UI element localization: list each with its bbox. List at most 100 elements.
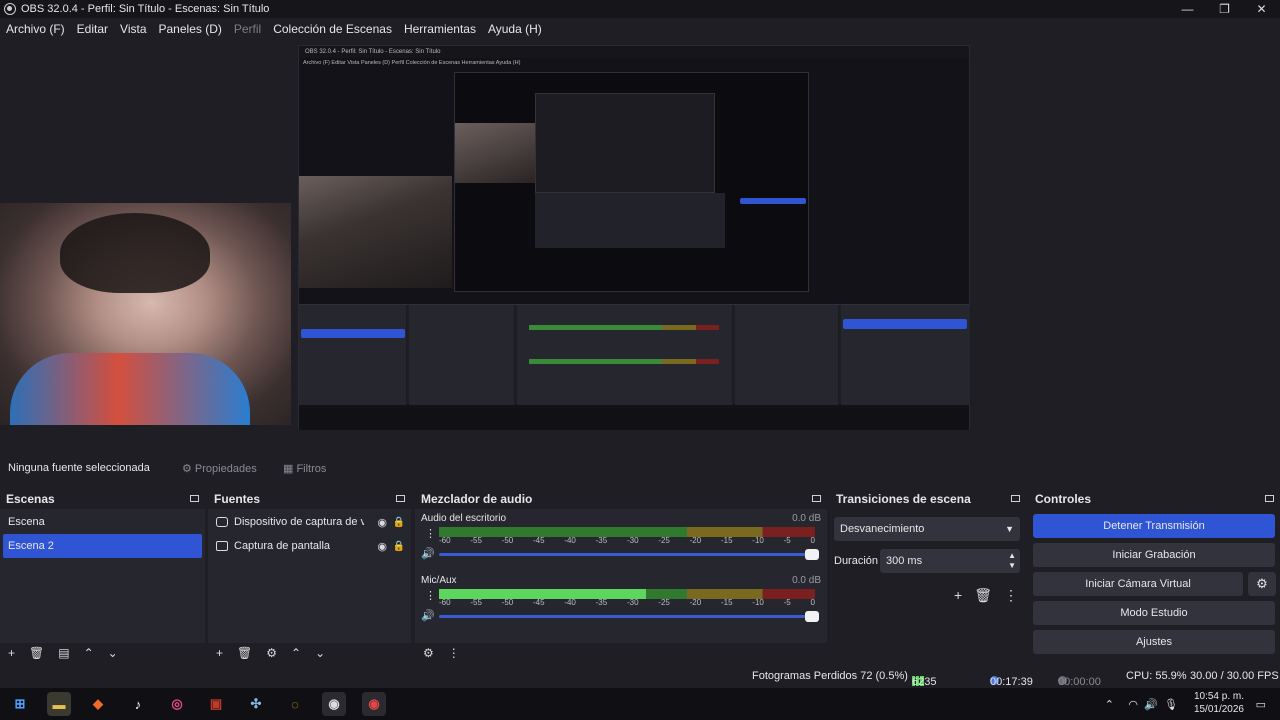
menu-herramientas[interactable]: Herramientas xyxy=(404,22,476,36)
speaker-icon[interactable]: 🔊 xyxy=(1144,698,1158,711)
camera-icon xyxy=(216,517,228,527)
osu-icon[interactable]: ◌ xyxy=(283,692,307,716)
obs-recording-icon[interactable]: ◉ xyxy=(362,692,386,716)
slider-handle[interactable] xyxy=(805,549,819,560)
menu-paneles[interactable]: Paneles (D) xyxy=(159,22,222,36)
tiktok-icon[interactable]: ♪ xyxy=(126,692,150,716)
transitions-body: Desvanecimiento ▼ Duración 300 ms ▲ ▼ + 🗑… xyxy=(830,509,1026,643)
more-options-icon[interactable]: ⋮ xyxy=(425,527,436,540)
undock-icon[interactable] xyxy=(1265,495,1274,502)
more-options-icon[interactable]: ⋮ xyxy=(1004,587,1018,604)
filter-icon[interactable]: ▤ xyxy=(58,646,69,660)
gear-icon[interactable]: ⚙ xyxy=(266,646,277,660)
clock[interactable]: 10:54 p. m. 15/01/2026 xyxy=(1194,690,1244,716)
duration-input[interactable]: 300 ms ▲ ▼ xyxy=(880,549,1020,573)
undock-icon[interactable] xyxy=(1011,495,1020,502)
mixer-track: Audio del escritorio 0.0 dB ⋮ -60 -55 -50-… xyxy=(415,509,827,571)
undock-icon[interactable] xyxy=(190,495,199,502)
undock-icon[interactable] xyxy=(812,495,821,502)
lock-icon[interactable]: 🔒 xyxy=(393,541,405,552)
network-icon[interactable]: ◠ xyxy=(1128,698,1138,711)
nested-docks xyxy=(299,304,971,405)
start-recording-button[interactable]: Iniciar Grabación xyxy=(1033,543,1275,567)
scene-item-selected[interactable]: Escena 2 xyxy=(3,534,202,558)
visibility-icon[interactable]: ◉ xyxy=(377,516,387,529)
notifications-icon[interactable]: ▭ xyxy=(1256,698,1266,711)
menu-coleccion-escenas[interactable]: Colección de Escenas xyxy=(273,22,392,36)
visibility-icon[interactable]: ◉ xyxy=(377,540,387,553)
trash-icon[interactable]: 🗑 xyxy=(237,646,252,660)
record-time-value: 00:00:00 xyxy=(1058,676,1101,688)
volume-slider[interactable] xyxy=(439,611,819,622)
clock-time: 10:54 p. m. xyxy=(1193,691,1244,702)
source-item[interactable]: Dispositivo de captura de vídeo ◉ 🔒 xyxy=(208,510,411,534)
app-icon[interactable]: ✣ xyxy=(244,692,268,716)
more-options-icon[interactable]: ⋮ xyxy=(448,646,460,660)
menu-archivo[interactable]: Archivo (F) xyxy=(6,22,65,36)
move-up-icon[interactable]: ⌃ xyxy=(291,646,301,660)
move-down-icon[interactable]: ⌄ xyxy=(108,646,118,660)
chevron-up-icon[interactable]: ⌃ xyxy=(1105,698,1114,711)
properties-button[interactable]: ⚙ Propiedades xyxy=(182,462,257,475)
more-options-icon[interactable]: ⋮ xyxy=(425,589,436,602)
microphone-icon[interactable]: 🎙 xyxy=(1164,698,1178,711)
close-button[interactable]: ✕ xyxy=(1243,0,1280,18)
stop-streaming-button[interactable]: Detener Transmisión xyxy=(1033,514,1275,538)
undock-icon[interactable] xyxy=(396,495,405,502)
filters-label: Filtros xyxy=(296,462,327,475)
studio-mode-button[interactable]: Modo Estudio xyxy=(1033,601,1275,625)
maximize-button[interactable]: ❐ xyxy=(1206,0,1243,18)
speaker-icon[interactable]: 🔊 xyxy=(421,609,435,622)
tick-label: -20 xyxy=(689,536,702,545)
windows-start-icon[interactable]: ⊞ xyxy=(8,692,32,716)
minimize-button[interactable]: — xyxy=(1169,0,1206,18)
tick-label: -15 xyxy=(720,536,733,545)
scenes-list: Escena Escena 2 xyxy=(0,509,205,643)
sources-dock: Fuentes Dispositivo de captura de vídeo … xyxy=(208,489,411,663)
trash-icon[interactable]: 🗑 xyxy=(974,587,992,604)
game-icon[interactable]: ▣ xyxy=(204,692,228,716)
transition-actions: + 🗑 ⋮ xyxy=(954,587,1018,604)
mixer-footer: ⚙ ⋮ xyxy=(415,643,827,663)
filters-button[interactable]: ▦ Filtros xyxy=(283,462,326,475)
settings-button[interactable]: Ajustes xyxy=(1033,630,1275,654)
virtual-camera-gear-icon[interactable]: ⚙ xyxy=(1248,572,1276,596)
nested-title: OBS 32.0.4 - Perfil: Sin Título - Escena… xyxy=(299,46,969,58)
speaker-icon[interactable]: 🔊 xyxy=(421,547,435,560)
add-icon[interactable]: + xyxy=(954,587,962,604)
move-down-icon[interactable]: ⌄ xyxy=(315,646,325,660)
transition-value: Desvanecimiento xyxy=(840,523,925,535)
menu-vista[interactable]: Vista xyxy=(120,22,146,36)
lock-icon[interactable]: 🔒 xyxy=(393,517,405,528)
track-name: Audio del escritorio xyxy=(421,513,507,524)
mixer-track: Mic/Aux 0.0 dB ⋮ -60 -55 -50 -45 -40 -35 -30 -2… xyxy=(415,571,827,633)
file-explorer-icon[interactable]: ▬ xyxy=(47,692,71,716)
transition-select[interactable]: Desvanecimiento ▼ xyxy=(834,517,1020,541)
tick-label: -10 xyxy=(752,598,764,607)
brave-browser-icon[interactable]: ◆ xyxy=(86,692,110,716)
advanced-audio-icon[interactable]: ⚙ xyxy=(423,646,434,660)
add-icon[interactable]: + xyxy=(8,646,15,660)
source-item[interactable]: Captura de pantalla ◉ 🔒 xyxy=(208,534,411,558)
window-title: OBS 32.0.4 - Perfil: Sin Título - Escena… xyxy=(21,3,270,15)
menu-ayuda[interactable]: Ayuda (H) xyxy=(488,22,542,36)
tick-label: -40 xyxy=(564,598,576,607)
move-up-icon[interactable]: ⌃ xyxy=(84,646,94,660)
tick-label: -5 xyxy=(783,598,791,607)
sources-list: Dispositivo de captura de vídeo ◉ 🔒 Capt… xyxy=(208,509,411,643)
nested-preview xyxy=(454,72,809,292)
meter-ticks: -60 -55 -50 -45 -40 -35 -30 -25 -20 -15 -10 -5 0 xyxy=(439,536,815,546)
slider-handle[interactable] xyxy=(805,611,819,622)
spinner-icon[interactable]: ▲ ▼ xyxy=(1008,551,1016,571)
duration-label: Duración xyxy=(834,555,879,567)
instagram-icon[interactable]: ◎ xyxy=(165,692,189,716)
obs-taskbar-icon[interactable]: ◉ xyxy=(322,692,346,716)
volume-slider[interactable] xyxy=(439,549,819,560)
mixer-title: Mezclador de audio xyxy=(421,492,533,506)
start-virtual-camera-button[interactable]: Iniciar Cámara Virtual xyxy=(1033,572,1243,596)
trash-icon[interactable]: 🗑 xyxy=(29,646,44,660)
menu-editar[interactable]: Editar xyxy=(77,22,108,36)
sources-header: Fuentes xyxy=(208,489,411,509)
scene-item[interactable]: Escena xyxy=(0,510,205,534)
add-icon[interactable]: + xyxy=(216,646,223,660)
